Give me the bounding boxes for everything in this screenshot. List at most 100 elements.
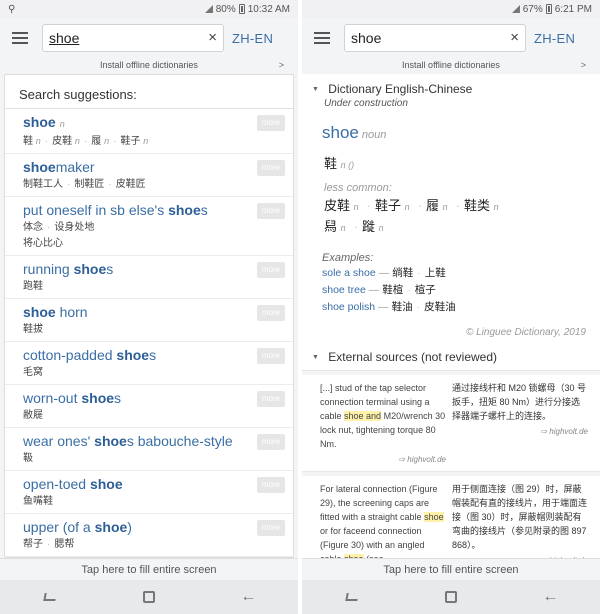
clock: 6:21 PM	[554, 3, 592, 15]
suggestion-item[interactable]: worn-out shoes 敝屣 more	[5, 385, 293, 428]
suggestion-item[interactable]: wear ones' shoes babouche-style 靸 more	[5, 428, 293, 471]
dictionary-section: ▼ Dictionary English-Chinese Under const…	[302, 74, 600, 345]
status-bar: ⚲ 80% 10:32 AM	[0, 0, 298, 18]
dictionary-header[interactable]: ▼ Dictionary English-Chinese	[302, 74, 600, 98]
app-toolbar: × ZH-EN	[302, 18, 600, 58]
translation: 鞋	[23, 136, 33, 147]
example-source[interactable]: sole a shoe	[322, 267, 376, 279]
suggestion-match: shoe	[168, 202, 201, 218]
install-offline-bar[interactable]: Install offline dictionaries >	[302, 58, 600, 72]
suggestion-item[interactable]: shoe horn 鞋拔 more	[5, 299, 293, 342]
translation: 制鞋匠	[74, 179, 105, 190]
suggestion-item[interactable]: shoemaker 制鞋工人 · 制鞋匠 · 皮鞋匠 more	[5, 154, 293, 197]
battery-icon	[545, 4, 552, 14]
more-button[interactable]: more	[257, 305, 285, 321]
example-target[interactable]: 上鞋	[425, 267, 446, 279]
suggestion-translations: 帮子 · 腮帮	[23, 537, 283, 552]
example-target[interactable]: 鞋楦	[382, 284, 403, 296]
suggestion-item[interactable]: running shoes 跑鞋 more	[5, 256, 293, 299]
headword[interactable]: shoe noun	[322, 123, 386, 142]
example-target[interactable]: 鞋油	[392, 301, 413, 313]
more-button[interactable]: more	[257, 520, 285, 536]
search-input[interactable]	[49, 30, 199, 46]
less-common-translation[interactable]: 鞋子	[375, 198, 401, 213]
examples-list: sole a shoe — 绱鞋 · 上鞋 shoe tree — 鞋楦 · 楦子 shoe pol…	[302, 264, 600, 315]
less-common-translation[interactable]: 履	[426, 198, 439, 213]
suggestion-item[interactable]: shoe n 鞋 n · 皮鞋 n · 履 n · 鞋子 n more	[5, 109, 293, 154]
main-translation[interactable]: 鞋 n ()	[302, 143, 600, 172]
left-phone-screen: ⚲ 80% 10:32 AM × ZH-EN Install offline d…	[0, 0, 298, 614]
suggestion-term: open-toed shoe	[23, 476, 123, 492]
back-button[interactable]: ←	[535, 587, 565, 607]
translation: 靸	[23, 453, 33, 464]
less-common-translation[interactable]: 蹝	[362, 219, 375, 234]
separator-dot: ·	[67, 179, 71, 190]
menu-icon[interactable]	[314, 32, 330, 44]
suggestion-item[interactable]: cotton-padded shoes 毛窝 more	[5, 342, 293, 385]
recent-apps-button[interactable]	[337, 587, 367, 607]
clear-icon[interactable]: ×	[208, 29, 217, 46]
language-toggle[interactable]: ZH-EN	[232, 31, 273, 46]
home-button[interactable]	[436, 587, 466, 607]
suggestion-translations: 靸	[23, 451, 283, 466]
less-common-translation[interactable]: 鞋类	[464, 198, 490, 213]
back-button[interactable]: ←	[233, 587, 263, 607]
home-button[interactable]	[134, 587, 164, 607]
more-button[interactable]: more	[257, 391, 285, 407]
translation-pos: n	[378, 223, 384, 233]
fill-screen-button[interactable]: Tap here to fill entire screen	[302, 558, 600, 580]
example-target[interactable]: 绱鞋	[392, 267, 413, 279]
suggestion-item[interactable]: open-toed shoe 鱼嘴鞋 more	[5, 471, 293, 514]
headword-pos: noun	[361, 129, 387, 141]
clear-icon[interactable]: ×	[510, 29, 519, 46]
translation-pos: n	[404, 202, 410, 212]
example-row: sole a shoe — 绱鞋 · 上鞋	[302, 264, 600, 281]
language-toggle[interactable]: ZH-EN	[534, 31, 575, 46]
chevron-right-icon: >	[278, 60, 284, 70]
menu-icon[interactable]	[12, 32, 28, 44]
more-button[interactable]: more	[257, 203, 285, 219]
less-common-translation[interactable]: 舄	[324, 219, 337, 234]
suggestion-match: shoe	[73, 261, 107, 277]
recent-apps-button[interactable]	[35, 587, 65, 607]
chevron-right-icon: >	[580, 60, 586, 70]
example-target[interactable]: 楦子	[415, 284, 436, 296]
dictionary-title: Dictionary English-Chinese	[328, 82, 473, 96]
suggestion-item[interactable]: put oneself in sb else's shoes 体念 · 设身处地 将心比…	[5, 197, 293, 256]
suggestion-item[interactable]: upper (of a shoe) 帮子 · 腮帮 more	[5, 514, 293, 557]
suggestion-translations: 制鞋工人 · 制鞋匠 · 皮鞋匠	[23, 177, 283, 192]
search-input[interactable]	[351, 30, 501, 46]
more-button[interactable]: more	[257, 160, 285, 176]
more-button[interactable]: more	[257, 348, 285, 364]
highlight: shoe and	[344, 411, 382, 421]
separator-dot: ·	[407, 284, 411, 296]
separator-dot: ·	[83, 136, 88, 147]
source-link[interactable]: ⇨ highvolt.de	[452, 425, 588, 439]
collapse-triangle-icon: ▼	[312, 354, 319, 362]
source-link[interactable]: ⇨ highvolt.de	[320, 453, 446, 467]
external-sources-header[interactable]: ▼ External sources (not reviewed)	[302, 342, 600, 371]
less-common-list: 皮鞋 n · 鞋子 n · 履 n · 鞋类 n	[302, 196, 600, 217]
example-source[interactable]: shoe tree	[322, 284, 366, 296]
search-box[interactable]: ×	[344, 24, 526, 52]
suggestion-translations: 毛窝	[23, 365, 283, 380]
suggestion-translations: 敝屣	[23, 408, 283, 423]
less-common-list-2: 舄 n · 蹝 n	[302, 217, 600, 238]
search-box[interactable]: ×	[42, 24, 224, 52]
suggestion-term: put oneself in sb else's shoes	[23, 202, 208, 218]
more-button[interactable]: more	[257, 262, 285, 278]
less-common-translation[interactable]: 皮鞋	[324, 198, 350, 213]
nav-bar: ←	[0, 580, 298, 614]
install-offline-bar[interactable]: Install offline dictionaries >	[0, 58, 298, 72]
dictionary-subtitle: Under construction	[324, 98, 408, 109]
more-button[interactable]: more	[257, 115, 285, 131]
collapse-triangle-icon: ▼	[312, 86, 319, 94]
example-source[interactable]: shoe polish	[322, 301, 375, 313]
more-button[interactable]: more	[257, 477, 285, 493]
fill-screen-button[interactable]: Tap here to fill entire screen	[0, 558, 298, 580]
more-button[interactable]: more	[257, 434, 285, 450]
battery-icon	[238, 4, 245, 14]
external-sources-section: ▼ External sources (not reviewed) [...] …	[302, 342, 600, 558]
example-target[interactable]: 皮鞋油	[424, 301, 456, 313]
translation: 鞋子	[120, 136, 141, 147]
